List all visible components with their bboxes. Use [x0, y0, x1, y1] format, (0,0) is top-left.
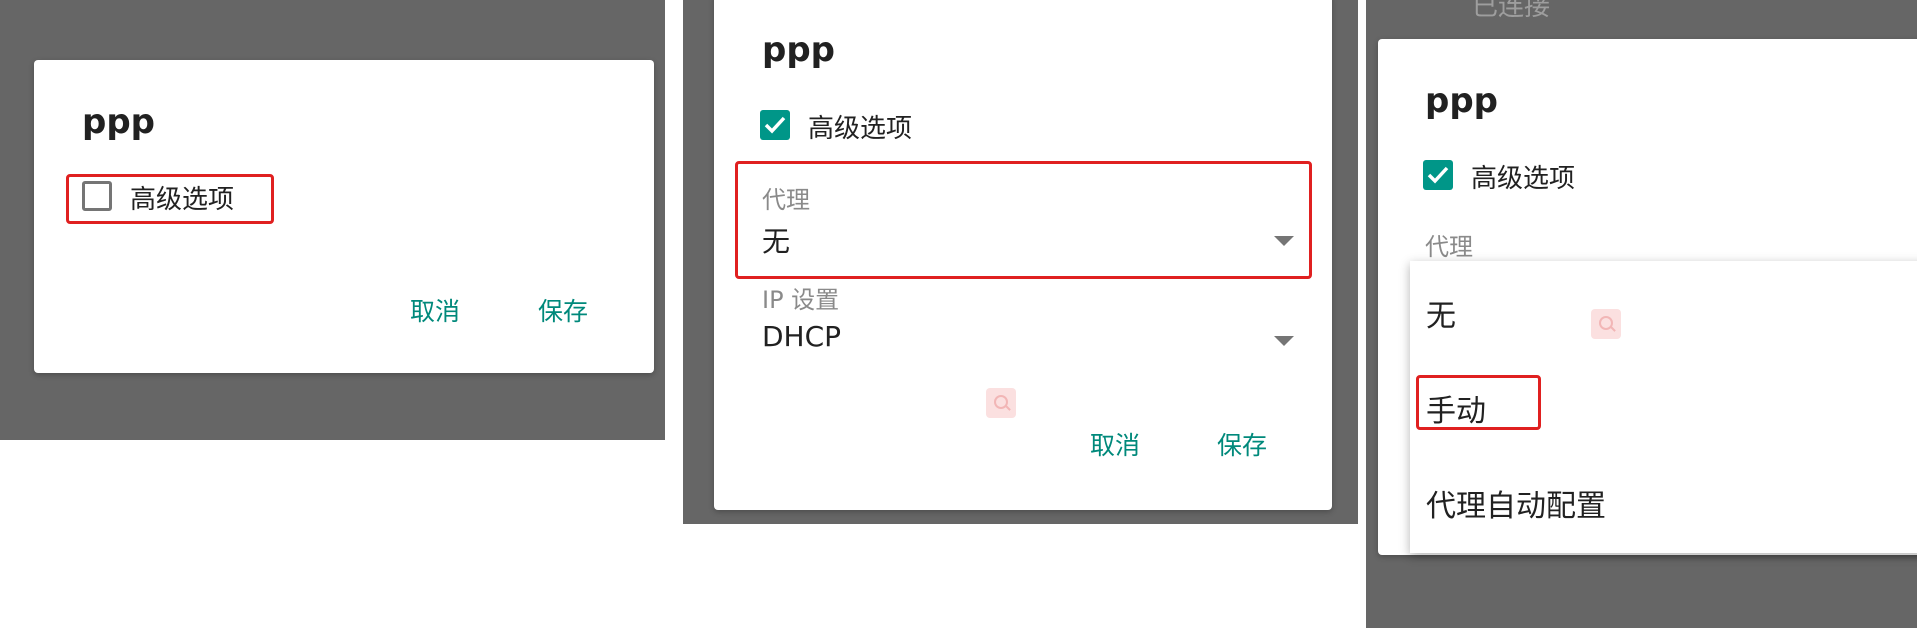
check-icon — [764, 116, 786, 134]
proxy-label: 代理 — [1425, 233, 1473, 261]
search-watermark-icon — [1591, 309, 1621, 339]
proxy-options-menu: 无 手动 代理自动配置 — [1410, 261, 1917, 553]
ip-settings-value[interactable]: DHCP — [762, 320, 841, 353]
dialog-title: ppp — [1425, 81, 1499, 121]
highlight-advanced-options — [66, 174, 274, 224]
cancel-button[interactable]: 取消 — [1090, 426, 1140, 462]
menu-option-none[interactable]: 无 — [1426, 291, 1456, 335]
connection-status: 已连接 — [1472, 0, 1551, 22]
panel-3-scrim: 已连接 ppp 高级选项 代理 无 手动 代理自动配置 — [1366, 0, 1917, 628]
search-watermark-icon — [986, 388, 1016, 418]
highlight-proxy — [735, 161, 1312, 279]
cancel-button[interactable]: 取消 — [410, 292, 460, 328]
advanced-options-label[interactable]: 高级选项 — [1471, 158, 1575, 195]
advanced-options-checkbox[interactable] — [760, 110, 790, 140]
advanced-options-label[interactable]: 高级选项 — [808, 108, 912, 145]
menu-option-pac[interactable]: 代理自动配置 — [1426, 481, 1606, 525]
dialog-title: ppp — [762, 30, 836, 70]
dialog-title: ppp — [82, 102, 156, 142]
save-button[interactable]: 保存 — [1217, 426, 1267, 462]
panel-1-dialog: ppp 高级选项 取消 保存 — [34, 60, 654, 373]
save-button[interactable]: 保存 — [538, 292, 588, 328]
highlight-manual — [1416, 375, 1541, 430]
panel-2-scrim: ppp 高级选项 代理 无 IP 设置 DHCP 取消 保存 — [683, 0, 1358, 524]
check-icon — [1427, 166, 1449, 184]
ip-settings-dropdown[interactable]: IP 设置 DHCP — [754, 274, 1314, 364]
advanced-options-checkbox[interactable] — [1423, 160, 1453, 190]
panel-2-dialog: ppp 高级选项 代理 无 IP 设置 DHCP 取消 保存 — [714, 0, 1332, 510]
ip-settings-label: IP 设置 — [762, 286, 840, 314]
panel-1-scrim: ppp 高级选项 取消 保存 — [0, 0, 665, 440]
dropdown-arrow-icon[interactable] — [1274, 336, 1294, 346]
